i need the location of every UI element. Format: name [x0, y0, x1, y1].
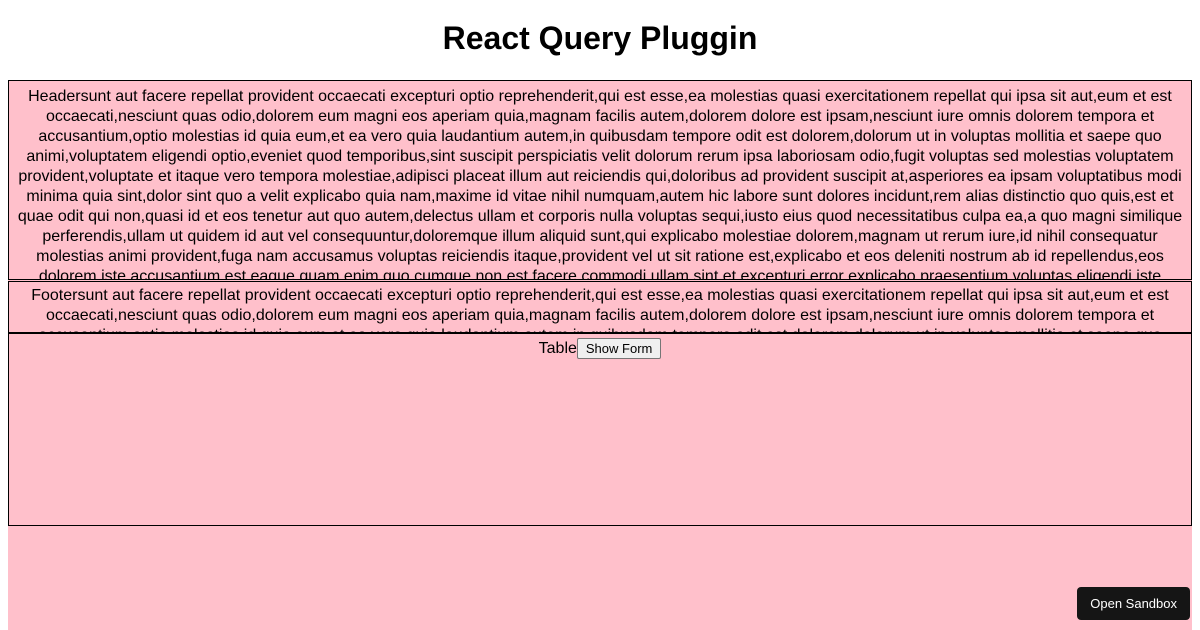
table-label: Table — [539, 340, 577, 358]
table-section: Table Show Form — [8, 333, 1192, 526]
footer-text: Footersunt aut facere repellat provident… — [31, 287, 1169, 333]
footer-section: Footersunt aut facere repellat provident… — [8, 281, 1192, 333]
header-section: Headersunt aut facere repellat provident… — [8, 80, 1192, 280]
page-title: React Query Pluggin — [0, 0, 1200, 72]
open-sandbox-button[interactable]: Open Sandbox — [1077, 587, 1190, 620]
header-text: Headersunt aut facere repellat provident… — [18, 88, 1182, 280]
show-form-button[interactable]: Show Form — [577, 338, 661, 359]
